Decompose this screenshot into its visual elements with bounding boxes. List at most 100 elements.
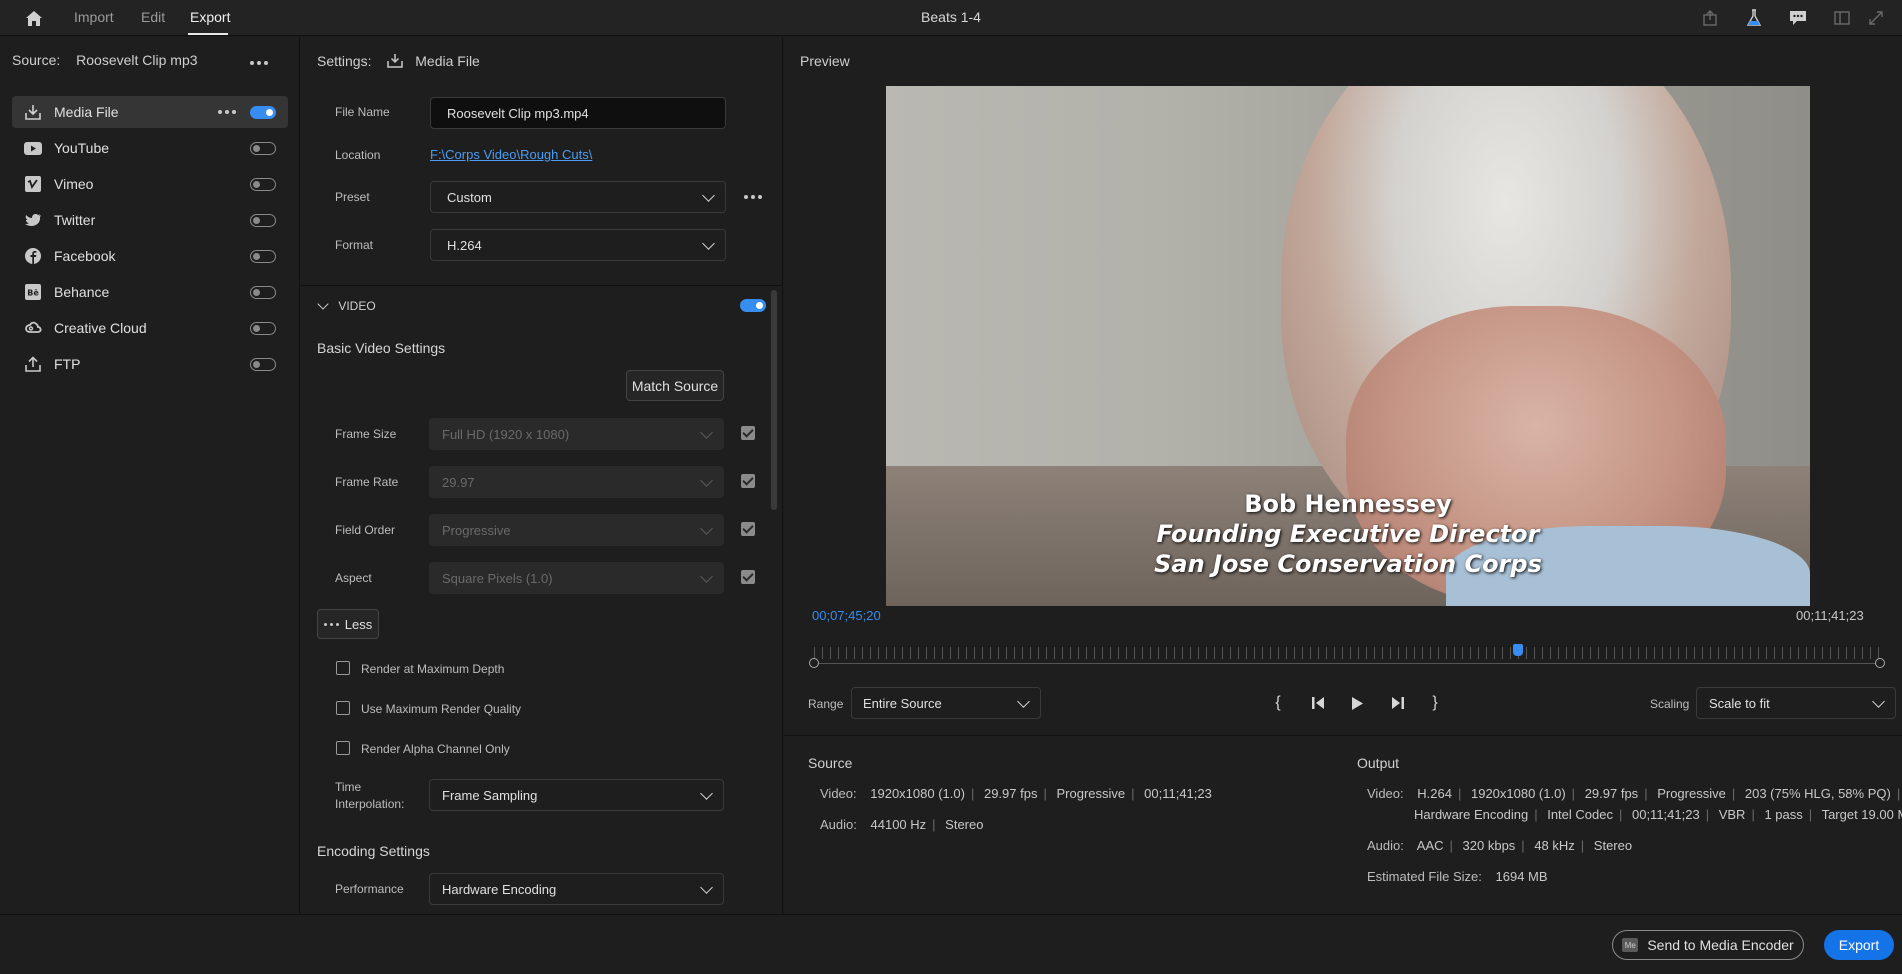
frame-rate-value: 29.97 — [442, 475, 475, 490]
source-video-fps: 29.97 fps — [983, 786, 1038, 801]
time-interpolation-value: Frame Sampling — [442, 788, 538, 803]
file-name-input[interactable]: Roosevelt Clip mp3.mp4 — [430, 97, 726, 129]
vimeo-toggle[interactable] — [250, 178, 276, 191]
beta-flask-icon[interactable] — [1744, 8, 1764, 28]
destination-youtube[interactable]: YouTube — [12, 132, 288, 164]
behance-icon: Bē — [24, 283, 42, 301]
destination-vimeo[interactable]: Vimeo — [12, 168, 288, 200]
preset-more-icon[interactable] — [744, 195, 762, 199]
location-label: Location — [335, 148, 381, 162]
time-interpolation-dropdown[interactable]: Frame Sampling — [429, 779, 724, 811]
output-video-info: Video: H.264 | 1920x1080 (1.0) | 29.97 fps… — [1367, 786, 1901, 801]
source-video-resolution: 1920x1080 (1.0) — [870, 786, 965, 801]
estimated-size-info: Estimated File Size: 1694 MB — [1367, 869, 1548, 884]
frame-size-checkbox[interactable] — [741, 426, 755, 440]
youtube-toggle[interactable] — [250, 142, 276, 155]
destination-facebook[interactable]: Facebook — [12, 240, 288, 272]
feedback-icon[interactable] — [1788, 8, 1808, 28]
send-to-media-encoder-button[interactable]: Me Send to Media Encoder — [1612, 930, 1804, 960]
location-link[interactable]: F:\Corps Video\Rough Cuts\ — [430, 147, 592, 162]
source-name: Roosevelt Clip mp3 — [76, 52, 198, 68]
timeline-ticks[interactable] — [814, 647, 1884, 659]
media-file-toggle[interactable] — [250, 106, 276, 119]
step-back-icon[interactable] — [1307, 692, 1329, 714]
tab-import[interactable]: Import — [74, 9, 114, 25]
panel-toggle-icon[interactable] — [1832, 8, 1852, 28]
basic-video-settings-header: Basic Video Settings — [317, 340, 446, 356]
video-toggle[interactable] — [740, 299, 766, 312]
mark-out-icon[interactable]: } — [1424, 692, 1446, 714]
output-resolution: 1920x1080 (1.0) — [1470, 786, 1566, 801]
destination-media-file[interactable]: Media File — [12, 96, 288, 128]
destination-behance[interactable]: Bē Behance — [12, 276, 288, 308]
in-point-handle[interactable] — [809, 658, 819, 668]
caption-title: Founding Executive Director — [1156, 520, 1540, 548]
fullscreen-icon[interactable] — [1866, 8, 1886, 28]
settings-scrollbar[interactable] — [771, 290, 777, 510]
tab-edit[interactable]: Edit — [141, 9, 165, 25]
twitter-toggle[interactable] — [250, 214, 276, 227]
source-label: Source: — [12, 52, 61, 68]
field-order-dropdown[interactable]: Progressive — [429, 514, 724, 546]
less-label: Less — [344, 616, 373, 632]
frame-size-dropdown[interactable]: Full HD (1920 x 1080) — [429, 418, 724, 450]
range-dropdown[interactable]: Entire Source — [851, 687, 1041, 719]
field-order-checkbox[interactable] — [741, 522, 755, 536]
frame-rate-dropdown[interactable]: 29.97 — [429, 466, 724, 498]
settings-header: Settings: Media File — [317, 53, 480, 69]
source-video-label: Video: — [820, 786, 857, 801]
current-timecode[interactable]: 00;07;45;20 — [812, 608, 881, 623]
frame-rate-checkbox[interactable] — [741, 474, 755, 488]
video-section-header[interactable]: VIDEO — [317, 298, 376, 313]
performance-dropdown[interactable]: Hardware Encoding — [429, 873, 724, 905]
destination-label: Twitter — [54, 212, 96, 228]
output-encoding: Hardware Encoding — [1414, 807, 1529, 822]
file-name-value: Roosevelt Clip mp3.mp4 — [447, 106, 589, 121]
destination-ftp[interactable]: FTP — [12, 348, 288, 380]
creative-cloud-toggle[interactable] — [250, 322, 276, 335]
share-icon[interactable] — [1700, 8, 1720, 28]
alpha-only-checkbox[interactable] — [336, 741, 350, 755]
destination-label: Vimeo — [54, 176, 94, 192]
twitter-icon — [24, 211, 42, 229]
aspect-dropdown[interactable]: Square Pixels (1.0) — [429, 562, 724, 594]
source-video-duration: 00;11;41;23 — [1144, 786, 1212, 801]
step-forward-icon[interactable] — [1387, 692, 1409, 714]
media-file-more-icon[interactable] — [218, 110, 236, 114]
play-icon[interactable] — [1346, 692, 1368, 714]
max-depth-checkbox[interactable] — [336, 661, 350, 675]
output-fps: 29.97 fps — [1584, 786, 1639, 801]
chevron-down-icon — [1017, 695, 1030, 708]
source-more-icon[interactable] — [250, 61, 268, 65]
destination-twitter[interactable]: Twitter — [12, 204, 288, 236]
output-codec-vendor: Intel Codec — [1547, 807, 1613, 822]
max-quality-checkbox[interactable] — [336, 701, 350, 715]
preset-dropdown[interactable]: Custom — [430, 181, 726, 213]
playhead[interactable] — [1513, 644, 1523, 656]
aspect-checkbox[interactable] — [741, 570, 755, 584]
export-button[interactable]: Export — [1824, 930, 1894, 960]
behance-toggle[interactable] — [250, 286, 276, 299]
tab-export[interactable]: Export — [190, 9, 230, 25]
out-point-handle[interactable] — [1875, 658, 1885, 668]
format-dropdown[interactable]: H.264 — [430, 229, 726, 261]
chevron-down-icon — [700, 881, 713, 894]
source-audio-label: Audio: — [820, 817, 857, 832]
chevron-down-icon — [700, 426, 713, 439]
less-button[interactable]: Less — [317, 609, 379, 639]
destination-creative-cloud[interactable]: Creative Cloud — [12, 312, 288, 344]
field-order-label: Field Order — [335, 523, 396, 537]
settings-target: Media File — [415, 53, 480, 69]
match-source-button[interactable]: Match Source — [626, 370, 724, 401]
scaling-dropdown[interactable]: Scale to fit — [1696, 687, 1896, 719]
chevron-down-icon — [700, 522, 713, 535]
ftp-toggle[interactable] — [250, 358, 276, 371]
format-value: H.264 — [447, 238, 482, 253]
format-label: Format — [335, 238, 374, 252]
source-row: Source: Roosevelt Clip mp3 — [12, 52, 198, 68]
chevron-down-icon — [700, 570, 713, 583]
timeline-track[interactable] — [814, 663, 1884, 664]
mark-in-icon[interactable]: { — [1267, 692, 1289, 714]
home-icon[interactable] — [22, 8, 46, 28]
facebook-toggle[interactable] — [250, 250, 276, 263]
